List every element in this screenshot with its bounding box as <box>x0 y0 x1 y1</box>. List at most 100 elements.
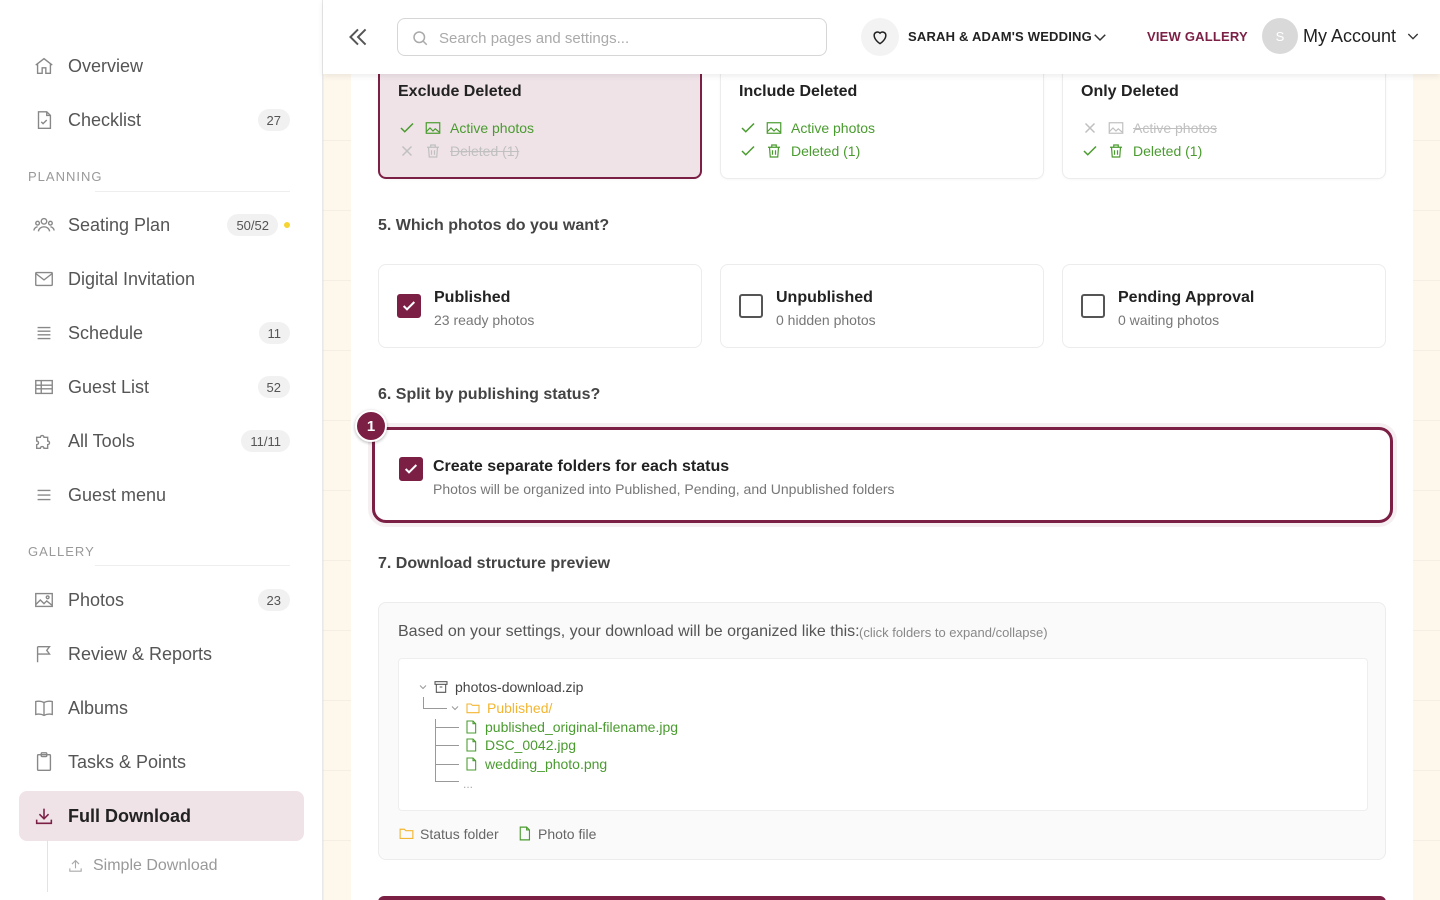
option-published[interactable]: Published 23 ready photos <box>378 264 702 348</box>
search-input[interactable] <box>439 27 809 49</box>
preview-description: Based on your settings, your download wi… <box>398 623 860 640</box>
event-icon-wrap <box>861 18 899 56</box>
sidebar-item-tasks-points[interactable]: Tasks & Points <box>19 737 304 787</box>
double-chevron-left-icon[interactable] <box>345 24 371 50</box>
sidebar-item-guest-list[interactable]: Guest List 52 <box>19 362 304 412</box>
sidebar-item-digital-invitation[interactable]: Digital Invitation <box>19 254 304 304</box>
sidebar-item-label: Schedule <box>68 322 144 343</box>
sidebar-item-label: Checklist <box>68 109 142 130</box>
chevron-down-icon[interactable] <box>1405 28 1421 44</box>
archive-icon <box>434 681 448 693</box>
sidebar-item-label: Tasks & Points <box>68 751 187 772</box>
count-badge: 11 <box>258 322 290 344</box>
check-icon <box>741 145 755 156</box>
option-title: Published <box>434 289 511 306</box>
sidebar-item-checklist[interactable]: Checklist 27 <box>19 95 304 145</box>
sidebar-item-overview[interactable]: Overview <box>19 41 304 91</box>
avatar[interactable]: S <box>1262 18 1298 54</box>
option-pending-approval[interactable]: Pending Approval 0 waiting photos <box>1062 264 1386 348</box>
people-icon <box>33 217 55 232</box>
count-badge: 11/11 <box>241 430 290 452</box>
sidebar-item-label: Albums <box>68 697 129 718</box>
check-icon <box>402 301 416 311</box>
x-icon <box>1084 122 1096 134</box>
chevron-down-icon <box>451 706 459 711</box>
option-subtitle: 0 waiting photos <box>1118 312 1220 328</box>
heart-icon <box>873 31 887 45</box>
file-icon <box>519 826 531 841</box>
option-unpublished[interactable]: Unpublished 0 hidden photos <box>720 264 1044 348</box>
sidebar-item-label: Photos <box>68 589 125 610</box>
option-title: Create separate folders for each status <box>433 458 730 475</box>
sidebar-item-label: Digital Invitation <box>68 268 196 289</box>
option-split-by-status[interactable]: Create separate folders for each status … <box>372 427 1393 523</box>
question-6-label: 6. Split by publishing status? <box>378 386 601 403</box>
checkbox-split-by-status[interactable] <box>399 457 423 481</box>
option-line-active: Active photos <box>739 119 875 137</box>
check-icon <box>400 122 414 133</box>
option-line-deleted: Deleted (1) <box>398 142 519 160</box>
question-5-label: 5. Which photos do you want? <box>378 217 610 234</box>
clipboard-icon <box>36 752 52 771</box>
checkbox-pending-approval[interactable] <box>1081 294 1105 318</box>
option-title: Include Deleted <box>739 83 858 100</box>
step-badge: 1 <box>355 410 387 442</box>
legend-photo-file: Photo file <box>516 825 596 842</box>
option-title: Exclude Deleted <box>398 83 522 100</box>
section-label-planning: PLANNING <box>28 169 103 184</box>
image-icon <box>35 592 53 608</box>
book-icon <box>35 700 53 717</box>
file-icon <box>466 720 477 734</box>
sidebar-item-label: Guest List <box>68 376 150 397</box>
chevron-down-icon[interactable] <box>1091 28 1109 46</box>
count-badge: 27 <box>257 109 290 131</box>
sidebar-item-all-tools[interactable]: All Tools 11/11 <box>19 416 304 466</box>
schedule-icon <box>37 326 51 340</box>
sidebar-item-photos[interactable]: Photos 23 <box>19 575 304 625</box>
top-bar: SARAH & ADAM'S WEDDING VIEW GALLERY S My… <box>323 0 1440 74</box>
preview-hint: (click folders to expand/collapse) <box>859 625 1048 640</box>
file-icon <box>466 757 477 771</box>
option-title: Unpublished <box>776 289 873 306</box>
next-section-edge <box>378 896 1386 900</box>
event-selector[interactable]: SARAH & ADAM'S WEDDING <box>908 29 1092 44</box>
check-icon <box>404 464 418 474</box>
checkbox-published[interactable] <box>397 294 421 318</box>
sidebar-item-full-download[interactable]: Full Download <box>19 791 304 841</box>
sidebar-item-guest-menu[interactable]: Guest menu <box>19 470 304 520</box>
file-tree: photos-download.zip Published/ published… <box>398 658 1368 811</box>
sidebar-item-label: Review & Reports <box>68 643 213 664</box>
tree-folder-published[interactable]: Published/ <box>449 699 552 717</box>
flag-icon <box>36 645 51 663</box>
question-7-label: 7. Download structure preview <box>378 555 611 572</box>
sidebar-item-schedule[interactable]: Schedule 11 <box>19 308 304 358</box>
option-exclude-deleted[interactable]: Exclude Deleted Active photos Deleted (1… <box>378 62 702 179</box>
check-icon <box>1083 145 1097 156</box>
checkbox-unpublished[interactable] <box>739 294 763 318</box>
sidebar-item-review-reports[interactable]: Review & Reports <box>19 629 304 679</box>
sidebar-subitem-simple-download[interactable]: Simple Download <box>47 840 304 892</box>
download-structure-preview: Based on your settings, your download wi… <box>378 602 1386 860</box>
menu-icon <box>37 489 51 501</box>
x-icon <box>401 145 413 157</box>
tree-more: ... <box>463 777 474 791</box>
image-icon <box>1108 122 1124 134</box>
sidebar-item-label: Guest menu <box>68 484 167 505</box>
sidebar-item-label: Seating Plan <box>68 214 171 235</box>
sidebar-item-albums[interactable]: Albums <box>19 683 304 733</box>
mail-icon <box>35 271 53 287</box>
section-label-gallery: GALLERY <box>28 544 95 559</box>
option-title: Only Deleted <box>1081 83 1179 100</box>
option-line-deleted: Deleted (1) <box>739 142 860 160</box>
count-badge: 23 <box>257 589 290 611</box>
trash-icon <box>768 144 780 158</box>
tree-root[interactable]: photos-download.zip <box>417 678 583 696</box>
account-menu[interactable]: My Account <box>1303 26 1396 47</box>
option-include-deleted[interactable]: Include Deleted Active photos Deleted (1… <box>720 62 1044 179</box>
option-line-active: Active photos <box>398 119 534 137</box>
tree-file: DSC_0042.jpg <box>463 736 576 754</box>
sidebar-item-seating-plan[interactable]: Seating Plan 50/52 <box>19 200 304 250</box>
legend-status-folder: Status folder <box>398 825 499 842</box>
option-only-deleted[interactable]: Only Deleted Active photos Deleted (1) <box>1062 62 1386 179</box>
view-gallery-link[interactable]: VIEW GALLERY <box>1147 29 1248 44</box>
